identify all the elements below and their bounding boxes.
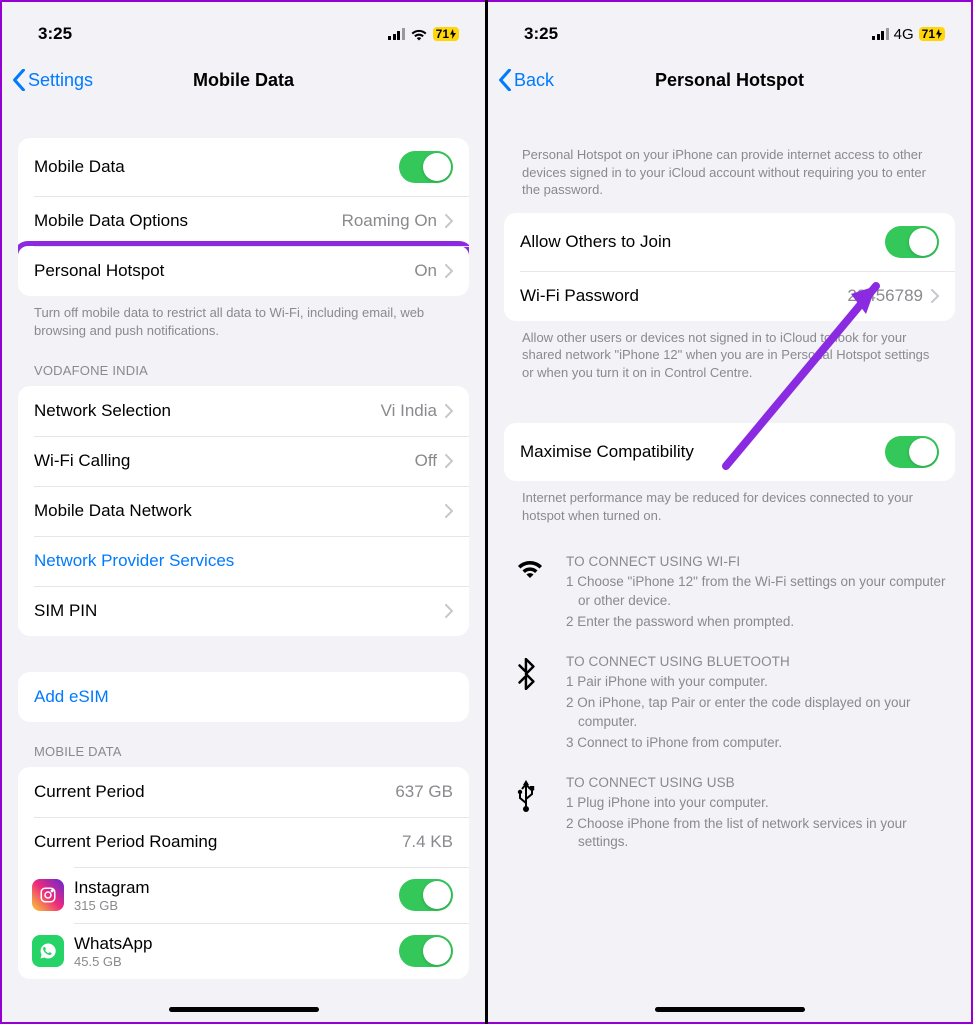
battery-indicator: 71 xyxy=(433,27,459,41)
row-wifi-calling[interactable]: Wi-Fi Calling Off xyxy=(18,436,469,486)
wifi-icon xyxy=(410,28,428,41)
row-network-selection[interactable]: Network Selection Vi India xyxy=(18,386,469,436)
chevron-icon xyxy=(445,454,453,468)
back-button[interactable]: Back xyxy=(488,69,554,91)
row-app-whatsapp[interactable]: WhatsApp 45.5 GB xyxy=(18,923,469,979)
switch-app-whatsapp[interactable] xyxy=(399,935,453,967)
instr-title: TO CONNECT USING USB xyxy=(566,775,949,790)
instr-line: 1 Plug iPhone into your computer. xyxy=(566,794,949,813)
phone-personal-hotspot: 3:25 4G 71 Back Personal Hotspot Persona… xyxy=(488,0,973,1024)
row-mobile-data[interactable]: Mobile Data xyxy=(18,138,469,196)
instr-line: 2 Choose iPhone from the list of network… xyxy=(566,815,949,853)
instr-title: TO CONNECT USING WI-FI xyxy=(566,554,949,569)
instructions-usb: TO CONNECT USING USB 1 Plug iPhone into … xyxy=(488,761,971,861)
instr-line: 1 Pair iPhone with your computer. xyxy=(566,673,949,692)
row-network-provider-services[interactable]: Network Provider Services xyxy=(18,536,469,586)
status-time: 3:25 xyxy=(38,24,72,44)
switch-allow-others[interactable] xyxy=(885,226,939,258)
row-current-roaming: Current Period Roaming 7.4 KB xyxy=(18,817,469,867)
row-wifi-password[interactable]: Wi-Fi Password 23456789 xyxy=(504,271,955,321)
row-maximise-compat[interactable]: Maximise Compatibility xyxy=(504,423,955,481)
note-intro: Personal Hotspot on your iPhone can prov… xyxy=(488,102,971,203)
status-time: 3:25 xyxy=(524,24,558,44)
group-compat: Maximise Compatibility xyxy=(504,423,955,481)
bluetooth-icon xyxy=(516,654,548,755)
group-carrier: Network Selection Vi India Wi-Fi Calling… xyxy=(18,386,469,636)
chevron-icon xyxy=(445,604,453,618)
status-bar: 3:25 71 xyxy=(2,2,485,56)
app-usage: 315 GB xyxy=(74,898,399,913)
usb-icon xyxy=(516,775,548,855)
note-mobile-data: Turn off mobile data to restrict all dat… xyxy=(2,296,485,341)
instr-line: 2 Enter the password when prompted. xyxy=(566,613,949,632)
home-indicator[interactable] xyxy=(655,1007,805,1012)
instagram-app-icon xyxy=(32,879,64,911)
wifi-icon xyxy=(516,554,548,634)
instructions-wifi: TO CONNECT USING WI-FI 1 Choose "iPhone … xyxy=(488,540,971,640)
status-right: 4G 71 xyxy=(872,26,945,43)
group-mobile-data: Mobile Data Mobile Data Options Roaming … xyxy=(18,138,469,296)
signal-icon xyxy=(388,28,405,40)
row-personal-hotspot[interactable]: Personal Hotspot On xyxy=(18,246,469,296)
group-hotspot-main: Allow Others to Join Wi-Fi Password 2345… xyxy=(504,213,955,321)
row-current-period: Current Period 637 GB xyxy=(18,767,469,817)
header-usage: MOBILE DATA xyxy=(2,722,485,767)
nav-header: Settings Mobile Data xyxy=(2,56,485,102)
row-mobile-data-options[interactable]: Mobile Data Options Roaming On xyxy=(18,196,469,246)
nav-header: Back Personal Hotspot xyxy=(488,56,971,102)
instr-line: 2 On iPhone, tap Pair or enter the code … xyxy=(566,694,949,732)
note-compat: Internet performance may be reduced for … xyxy=(488,481,971,526)
phone-mobile-data: 3:25 71 Settings Mobile Data Mobile Data… xyxy=(0,0,485,1024)
note-allow-others: Allow other users or devices not signed … xyxy=(488,321,971,384)
back-button[interactable]: Settings xyxy=(2,69,93,91)
signal-icon xyxy=(872,28,889,40)
chevron-icon xyxy=(445,404,453,418)
row-sim-pin[interactable]: SIM PIN xyxy=(18,586,469,636)
header-carrier: VODAFONE INDIA xyxy=(2,341,485,386)
chevron-icon xyxy=(445,264,453,278)
instructions-bluetooth: TO CONNECT USING BLUETOOTH 1 Pair iPhone… xyxy=(488,640,971,761)
group-usage: Current Period 637 GB Current Period Roa… xyxy=(18,767,469,979)
chevron-icon xyxy=(445,504,453,518)
whatsapp-app-icon xyxy=(32,935,64,967)
battery-indicator: 71 xyxy=(919,27,945,41)
row-add-esim[interactable]: Add eSIM xyxy=(18,672,469,722)
page-title: Mobile Data xyxy=(193,70,294,91)
switch-mobile-data[interactable] xyxy=(399,151,453,183)
chevron-icon xyxy=(445,214,453,228)
group-esim: Add eSIM xyxy=(18,672,469,722)
row-app-instagram[interactable]: Instagram 315 GB xyxy=(18,867,469,923)
app-name: WhatsApp xyxy=(74,934,399,954)
home-indicator[interactable] xyxy=(169,1007,319,1012)
instr-line: 1 Choose "iPhone 12" from the Wi-Fi sett… xyxy=(566,573,949,611)
app-name: Instagram xyxy=(74,878,399,898)
app-usage: 45.5 GB xyxy=(74,954,399,969)
row-mobile-data-network[interactable]: Mobile Data Network xyxy=(18,486,469,536)
instr-title: TO CONNECT USING BLUETOOTH xyxy=(566,654,949,669)
status-right: 71 xyxy=(388,27,459,41)
chevron-icon xyxy=(931,289,939,303)
row-allow-others[interactable]: Allow Others to Join xyxy=(504,213,955,271)
page-title: Personal Hotspot xyxy=(655,70,804,91)
instr-line: 3 Connect to iPhone from computer. xyxy=(566,734,949,753)
switch-app-instagram[interactable] xyxy=(399,879,453,911)
network-type: 4G xyxy=(894,26,914,43)
status-bar: 3:25 4G 71 xyxy=(488,2,971,56)
switch-maximise-compat[interactable] xyxy=(885,436,939,468)
